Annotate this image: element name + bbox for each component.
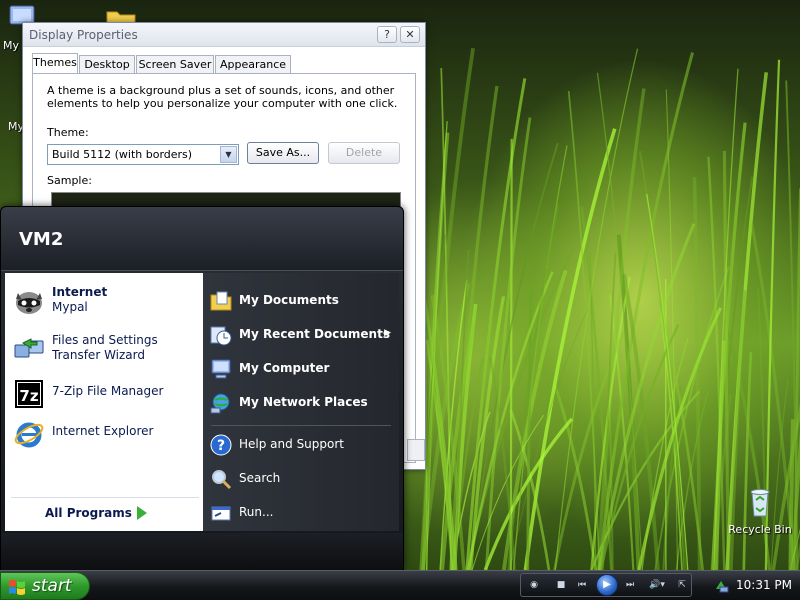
chevron-down-icon[interactable]: ▼ xyxy=(220,146,237,163)
pinned-item-label: 7-Zip File Manager xyxy=(52,384,164,398)
close-button[interactable]: ✕ xyxy=(400,26,420,43)
system-tray: 10:31 PM xyxy=(700,571,800,600)
all-programs-label: All Programs xyxy=(45,506,132,520)
save-as-button[interactable]: Save As... xyxy=(247,142,319,164)
pinned-item-internet[interactable]: Internet Mypal xyxy=(11,281,201,321)
network-places-icon xyxy=(210,393,230,414)
pinned-item-title: Internet xyxy=(52,285,108,299)
place-label: My Documents xyxy=(239,293,339,307)
grass-blade xyxy=(742,352,753,570)
windows-logo-icon xyxy=(9,580,25,595)
place-label: Help and Support xyxy=(239,437,344,451)
tab-themes[interactable]: Themes xyxy=(32,53,78,75)
tab-appearance[interactable]: Appearance xyxy=(215,55,291,74)
place-my-recent-documents[interactable]: My Recent Documents ▶ xyxy=(209,321,395,349)
place-label: Run... xyxy=(239,505,274,519)
media-player-toolbar: ◉ ■ ⏮ ▶ ⏭ 🔊▾ ⇱ xyxy=(520,573,692,597)
help-button[interactable]: ? xyxy=(377,26,397,43)
all-programs-button[interactable]: All Programs xyxy=(45,506,165,526)
mypal-raccoon-icon xyxy=(16,292,42,314)
start-menu-places-list: My Documents My Recent Documents ▶ My Co… xyxy=(203,273,399,531)
pinned-item-label: Internet Mypal xyxy=(52,285,198,315)
theme-select[interactable]: Build 5112 (with borders) ▼ xyxy=(47,144,239,165)
tab-screen-saver[interactable]: Screen Saver xyxy=(136,55,214,74)
desktop-icon-label-my-top: My xyxy=(3,39,20,52)
place-my-computer[interactable]: My Computer xyxy=(209,355,395,383)
volume-button[interactable]: 🔊▾ xyxy=(645,577,669,593)
svg-text:7z: 7z xyxy=(19,387,38,405)
transfer-wizard-icon xyxy=(14,338,44,358)
svg-text:?: ? xyxy=(217,438,225,454)
theme-label: Theme: xyxy=(47,126,89,139)
stop-button[interactable]: ■ xyxy=(555,577,567,593)
clock[interactable]: 10:31 PM xyxy=(736,578,792,592)
pinned-item-internet-explorer[interactable]: Internet Explorer xyxy=(11,414,201,454)
help-icon: ? xyxy=(210,434,232,456)
place-label: My Network Places xyxy=(239,395,368,409)
theme-select-value: Build 5112 (with borders) xyxy=(52,148,193,161)
desktop-icon-recycle-bin[interactable]: Recycle Bin xyxy=(724,486,796,536)
internet-explorer-icon xyxy=(14,422,44,448)
start-menu: VM2 Internet Mypal Files and Settings Tr… xyxy=(0,206,404,571)
tab-label: Themes xyxy=(33,56,77,69)
place-help-and-support[interactable]: ? Help and Support xyxy=(209,431,395,459)
place-search[interactable]: Search xyxy=(209,465,395,493)
previous-button[interactable]: ⏮ xyxy=(573,577,591,593)
sample-label: Sample: xyxy=(47,174,92,187)
my-computer-icon xyxy=(211,359,231,379)
taskbar: start ◉ ■ ⏮ ▶ ⏭ 🔊▾ ⇱ 10:31 PM xyxy=(0,570,800,600)
tab-desktop[interactable]: Desktop xyxy=(79,55,135,74)
recycle-bin-icon xyxy=(750,489,770,517)
my-documents-icon xyxy=(210,291,232,311)
user-name: VM2 xyxy=(19,229,64,250)
pinned-item-label: Internet Explorer xyxy=(52,424,154,438)
place-label: My Computer xyxy=(239,361,330,375)
start-menu-pinned-list: Internet Mypal Files and Settings Transf… xyxy=(5,273,203,531)
arrow-right-icon xyxy=(137,506,147,520)
pinned-item-7zip[interactable]: 7z 7-Zip File Manager xyxy=(11,374,201,414)
tab-label: Screen Saver xyxy=(138,58,212,71)
grass-blade xyxy=(509,138,513,570)
window-titlebar[interactable]: Display Properties ? ✕ xyxy=(23,23,425,47)
help-icon: ? xyxy=(384,28,390,41)
run-icon xyxy=(211,506,231,521)
pinned-item-transfer-wizard[interactable]: Files and Settings Transfer Wizard xyxy=(11,329,201,369)
recycle-bin-label: Recycle Bin xyxy=(728,523,792,536)
submenu-arrow-icon: ▶ xyxy=(384,328,391,338)
tab-label: Appearance xyxy=(219,58,287,71)
7zip-icon: 7z xyxy=(15,380,43,408)
network-status-icon[interactable] xyxy=(714,577,730,593)
start-menu-header: VM2 xyxy=(1,207,403,271)
delete-button[interactable]: Delete xyxy=(328,142,400,164)
start-menu-footer xyxy=(1,533,403,571)
place-label: My Recent Documents xyxy=(239,327,390,341)
recent-documents-icon xyxy=(210,326,232,346)
divider xyxy=(11,497,199,498)
window-title: Display Properties xyxy=(29,28,138,42)
place-label: Search xyxy=(239,471,281,485)
close-icon: ✕ xyxy=(405,28,415,41)
tab-label: Desktop xyxy=(84,58,130,71)
pinned-item-subtitle: Mypal xyxy=(52,300,88,314)
place-my-network-places[interactable]: My Network Places xyxy=(209,389,395,417)
place-my-documents[interactable]: My Documents xyxy=(209,287,395,315)
play-button[interactable]: ▶ xyxy=(596,574,618,596)
start-label: start xyxy=(32,576,72,596)
mini-player-icon[interactable]: ◉ xyxy=(527,577,541,593)
place-run[interactable]: Run... xyxy=(209,499,395,527)
pinned-item-label: Files and Settings Transfer Wizard xyxy=(52,333,158,362)
search-icon xyxy=(212,470,232,490)
restore-player-icon[interactable]: ⇱ xyxy=(677,577,687,593)
start-button[interactable]: start xyxy=(0,572,90,600)
divider xyxy=(211,425,391,426)
theme-description: A theme is a background plus a set of so… xyxy=(47,84,398,110)
window-button-partial[interactable] xyxy=(407,439,425,461)
next-button[interactable]: ⏭ xyxy=(621,577,639,593)
